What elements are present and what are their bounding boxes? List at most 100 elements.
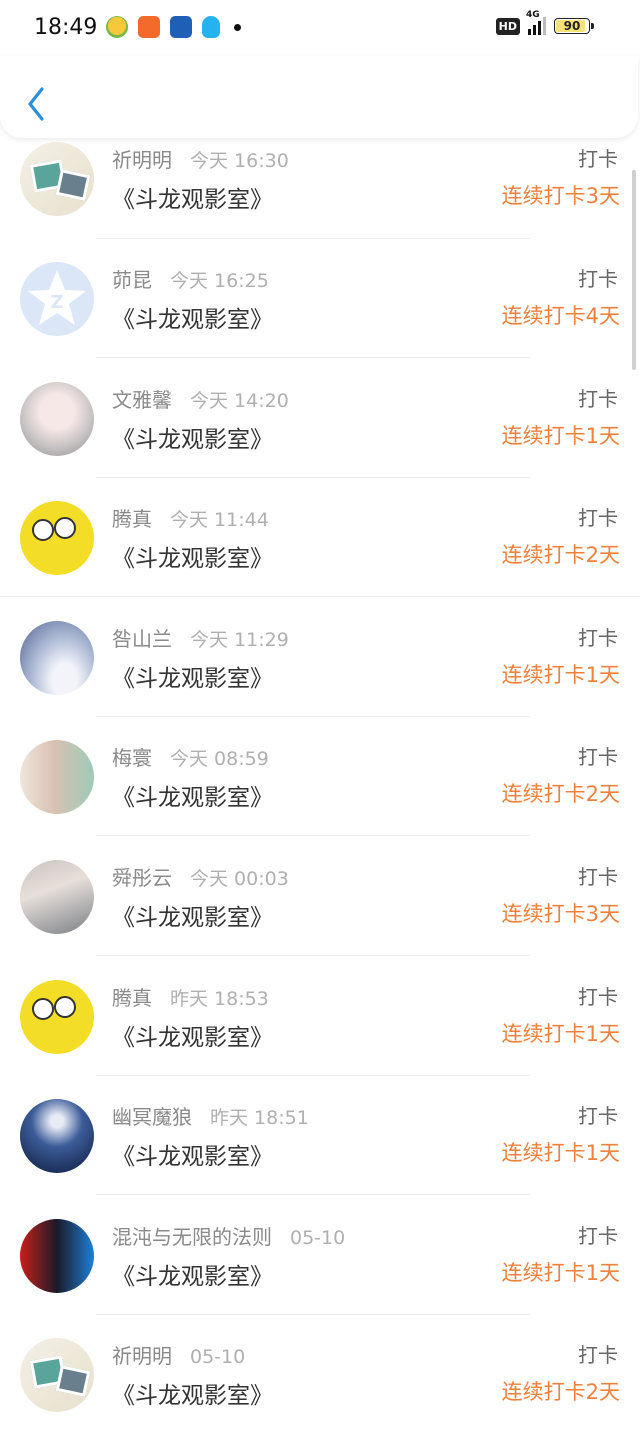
avatar[interactable] — [20, 1338, 94, 1413]
room-name: 《斗龙观影室》 — [112, 546, 273, 573]
avatar[interactable] — [20, 860, 94, 934]
chevron-left-icon[interactable] — [26, 86, 46, 122]
room-name: 《斗龙观影室》 — [112, 426, 273, 453]
streak-label: 连续打卡1天 — [501, 1260, 620, 1285]
checkin-row[interactable]: 腾真 昨天 18:53 《斗龙观影室》 打卡连续打卡1天 — [0, 956, 640, 1076]
checkin-time: 05-10 — [190, 1346, 246, 1369]
streak-label: 连续打卡2天 — [501, 543, 620, 568]
checkin-row[interactable]: 梅寰 今天 08:59 《斗龙观影室》 打卡连续打卡2天 — [0, 716, 640, 837]
streak-label: 连续打卡2天 — [501, 782, 620, 807]
checkin-row[interactable]: 幽冥魔狼 昨天 18:51 《斗龙观影室》 打卡 连续打卡1天 — [0, 1075, 640, 1196]
avatar[interactable] — [20, 1218, 94, 1293]
checkin-row[interactable]: 祈明明 05-10 《斗龙观影室》 打卡连续打卡2天 — [0, 1314, 640, 1434]
dot-icon — [234, 23, 241, 31]
room-name: 《斗龙观影室》 — [112, 1263, 273, 1290]
user-name-line: 祈明明 05-10 — [112, 1340, 245, 1369]
checkin-label: 打卡 — [578, 984, 618, 1009]
checkin-label: 打卡 — [578, 625, 618, 650]
room-name: 《斗龙观影室》 — [112, 307, 273, 333]
checkin-row[interactable]: 舜彤云 今天 00:03 《斗龙观影室》 打卡连续打卡3天 — [0, 836, 640, 956]
streak-label: 连续打卡4天 — [501, 304, 620, 328]
user-name[interactable]: 祈明明 — [112, 148, 172, 172]
checkin-label: 打卡 — [578, 745, 618, 770]
streak-label: 连续打卡1天 — [501, 1021, 620, 1046]
checkin-time: 昨天 18:53 — [170, 987, 269, 1010]
user-name[interactable]: 文雅馨 — [112, 388, 172, 412]
user-name-line: 混沌与无限的法则 05-10 — [112, 1221, 345, 1250]
network-type: 4G — [526, 10, 540, 20]
checkin-time: 今天 14:20 — [190, 389, 289, 412]
user-name[interactable]: 混沌与无限的法则 — [112, 1225, 272, 1249]
checkin-label: 打卡 — [578, 267, 618, 291]
checkin-label: 打卡 — [578, 865, 618, 889]
orange-app-icon — [138, 16, 160, 38]
checkin-row[interactable]: 腾真 今天 11:44 《斗龙观影室》 打卡连续打卡2天 — [0, 477, 640, 598]
svg-text:Z: Z — [50, 292, 63, 313]
status-bar: 18:49 HD 4G 90 — [0, 0, 640, 56]
user-name-line: 文雅馨 今天 14:20 — [112, 384, 289, 413]
user-name-line: 幽冥魔狼 昨天 18:51 — [112, 1101, 309, 1130]
checkin-row[interactable]: 文雅馨 今天 14:20 《斗龙观影室》 打卡 连续打卡1天 — [0, 358, 640, 478]
checkin-row[interactable]: 混沌与无限的法则 05-10 《斗龙观影室》 打卡连续打卡1天 — [0, 1195, 640, 1315]
avatar[interactable] — [20, 979, 94, 1054]
checkin-label: 打卡 — [578, 506, 618, 531]
streak-label: 连续打卡1天 — [501, 423, 620, 448]
streak-label: 连续打卡3天 — [501, 902, 620, 926]
checkin-label: 打卡 — [578, 147, 618, 172]
battery-percent: 90 — [563, 19, 581, 33]
room-name: 《斗龙观影室》 — [112, 905, 273, 931]
user-name-line: 梅寰 今天 08:59 — [112, 742, 269, 771]
user-name[interactable]: 腾真 — [112, 507, 152, 531]
checkin-time: 今天 16:30 — [190, 150, 289, 173]
user-name-line: 舜彤云 今天 00:03 — [112, 862, 289, 891]
blue-app-icon — [170, 16, 192, 38]
user-name[interactable]: 咎山兰 — [112, 627, 172, 651]
qq-icon — [202, 16, 220, 38]
battery-icon: 90 — [554, 18, 594, 34]
checkin-time: 今天 16:25 — [170, 270, 269, 292]
user-name-line: 腾真 昨天 18:53 — [112, 982, 269, 1011]
avatar[interactable] — [20, 501, 94, 576]
user-name[interactable]: 茆昆 — [112, 268, 152, 292]
status-right: HD 4G 90 — [495, 10, 594, 35]
checkin-time: 今天 11:44 — [170, 509, 269, 532]
notification-icons — [106, 16, 241, 38]
top-bar — [0, 56, 638, 138]
qq-star-icon: Z — [28, 270, 86, 325]
avatar[interactable] — [20, 620, 94, 695]
checkin-label: 打卡 — [578, 1343, 618, 1368]
scrollbar[interactable] — [632, 170, 636, 370]
streak-label: 连续打卡2天 — [501, 1380, 620, 1405]
user-name[interactable]: 幽冥魔狼 — [112, 1105, 192, 1129]
signal-icon: 4G — [526, 10, 546, 35]
user-name-line: 茆昆 今天 16:25 — [112, 264, 269, 293]
hd-badge: HD — [495, 17, 520, 35]
room-name: 《斗龙观影室》 — [112, 1024, 273, 1051]
avatar[interactable] — [20, 1099, 94, 1174]
user-name[interactable]: 祈明明 — [112, 1344, 172, 1368]
streak-label: 连续打卡1天 — [501, 662, 620, 687]
room-name: 《斗龙观影室》 — [112, 785, 273, 812]
checkin-time: 05-10 — [290, 1226, 346, 1249]
user-name[interactable]: 腾真 — [112, 986, 152, 1010]
user-name[interactable]: 梅寰 — [112, 746, 152, 770]
streak-label: 连续打卡1天 — [501, 1141, 620, 1166]
checkin-label: 打卡 — [578, 1223, 618, 1248]
room-name: 《斗龙观影室》 — [112, 187, 273, 214]
avatar[interactable] — [20, 142, 94, 217]
checkin-time: 昨天 18:51 — [210, 1107, 309, 1130]
avatar[interactable] — [20, 740, 94, 815]
user-name-line: 腾真 今天 11:44 — [112, 503, 269, 532]
room-name: 《斗龙观影室》 — [112, 1383, 273, 1410]
room-name: 《斗龙观影室》 — [112, 1144, 273, 1171]
emoji-app-icon — [106, 16, 128, 38]
checkin-row[interactable]: Z 茆昆 今天 16:25 《斗龙观影室》 打卡连续打卡4天 — [0, 238, 640, 358]
avatar[interactable] — [20, 381, 94, 456]
user-name-line: 咎山兰 今天 11:29 — [112, 623, 289, 652]
checkin-row[interactable]: 咎山兰 今天 11:29 《斗龙观影室》 打卡 连续打卡1天 — [0, 597, 640, 717]
checkin-row[interactable]: 祈明明 今天 16:30 《斗龙观影室》 打卡连续打卡3天 — [0, 138, 640, 239]
avatar[interactable]: Z — [20, 262, 94, 336]
streak-label: 连续打卡3天 — [501, 184, 620, 209]
user-name[interactable]: 舜彤云 — [112, 866, 172, 890]
user-name-line: 祈明明 今天 16:30 — [112, 144, 289, 173]
